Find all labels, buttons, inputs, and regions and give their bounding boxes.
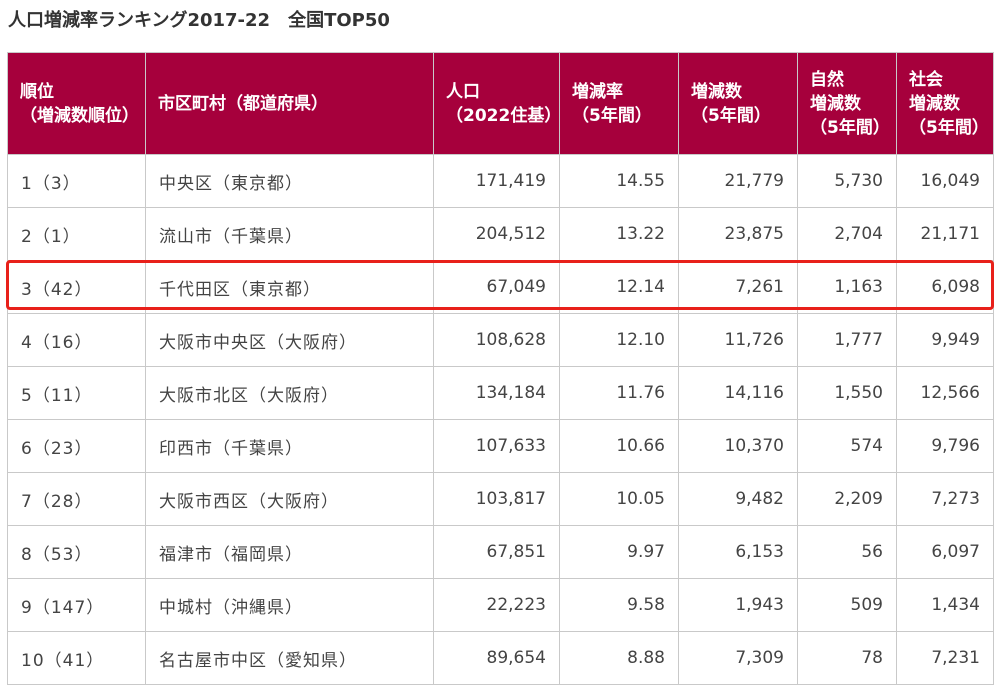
change-count-cell: 9,482 (678, 472, 798, 526)
natural-change-cell: 509 (797, 578, 897, 632)
social-change-cell: 16,049 (896, 154, 994, 208)
rank-cell: 4（16） (7, 313, 146, 367)
change-rate-cell: 12.14 (559, 260, 679, 314)
population-cell: 103,817 (433, 472, 560, 526)
city-cell: 中城村（沖縄県） (145, 578, 434, 632)
header-change-count: 増減数 （5年間） (678, 52, 798, 155)
social-change-cell: 6,097 (896, 525, 994, 579)
change-rate-cell: 14.55 (559, 154, 679, 208)
city-cell: 大阪市北区（大阪府） (145, 366, 434, 420)
change-count-cell: 14,116 (678, 366, 798, 420)
natural-change-cell: 78 (797, 631, 897, 685)
table-row: 5（11） 大阪市北区（大阪府） 134,184 11.76 14,116 1,550 12… (7, 366, 994, 420)
city-cell: 印西市（千葉県） (145, 419, 434, 473)
rank-cell: 5（11） (7, 366, 146, 420)
change-rate-cell: 12.10 (559, 313, 679, 367)
rank-cell: 7（28） (7, 472, 146, 526)
social-change-cell: 9,796 (896, 419, 994, 473)
change-rate-cell: 10.05 (559, 472, 679, 526)
change-rate-cell: 9.58 (559, 578, 679, 632)
page: 人口増減率ランキング2017-22 全国TOP50 順位 （増減数順位） 市区町… (0, 0, 1002, 687)
natural-change-cell: 56 (797, 525, 897, 579)
population-cell: 108,628 (433, 313, 560, 367)
change-rate-cell: 13.22 (559, 207, 679, 261)
social-change-cell: 9,949 (896, 313, 994, 367)
change-count-cell: 7,309 (678, 631, 798, 685)
social-change-cell: 12,566 (896, 366, 994, 420)
change-rate-cell: 11.76 (559, 366, 679, 420)
table-row: 4（16） 大阪市中央区（大阪府） 108,628 12.10 11,726 1,777 9… (7, 313, 994, 367)
change-rate-cell: 10.66 (559, 419, 679, 473)
header-social-change: 社会 増減数 （5年間） (896, 52, 994, 155)
city-cell: 千代田区（東京都） (145, 260, 434, 314)
change-rate-cell: 9.97 (559, 525, 679, 579)
social-change-cell: 1,434 (896, 578, 994, 632)
natural-change-cell: 2,704 (797, 207, 897, 261)
natural-change-cell: 1,163 (797, 260, 897, 314)
population-cell: 67,851 (433, 525, 560, 579)
change-rate-cell: 8.88 (559, 631, 679, 685)
header-population: 人口 （2022住基） (433, 52, 561, 155)
header-city: 市区町村（都道府県） (145, 52, 434, 155)
population-cell: 107,633 (433, 419, 560, 473)
rank-cell: 3（42） (7, 260, 146, 314)
social-change-cell: 21,171 (896, 207, 994, 261)
rank-cell: 9（147） (7, 578, 146, 632)
rank-cell: 2（1） (7, 207, 146, 261)
rank-cell: 1（3） (7, 154, 146, 208)
population-cell: 204,512 (433, 207, 560, 261)
population-cell: 22,223 (433, 578, 560, 632)
rank-cell: 6（23） (7, 419, 146, 473)
natural-change-cell: 574 (797, 419, 897, 473)
natural-change-cell: 1,777 (797, 313, 897, 367)
city-cell: 大阪市西区（大阪府） (145, 472, 434, 526)
table-row-highlighted: 3（42） 千代田区（東京都） 67,049 12.14 7,261 1,163 6,098 (7, 260, 994, 314)
city-cell: 名古屋市中区（愛知県） (145, 631, 434, 685)
social-change-cell: 7,231 (896, 631, 994, 685)
natural-change-cell: 5,730 (797, 154, 897, 208)
city-cell: 福津市（福岡県） (145, 525, 434, 579)
change-count-cell: 6,153 (678, 525, 798, 579)
rank-cell: 8（53） (7, 525, 146, 579)
table-body: 1（3） 中央区（東京都） 171,419 14.55 21,779 5,730 16,04… (7, 154, 994, 685)
population-cell: 67,049 (433, 260, 560, 314)
population-cell: 171,419 (433, 154, 560, 208)
page-title: 人口増減率ランキング2017-22 全国TOP50 (8, 10, 390, 31)
population-cell: 89,654 (433, 631, 560, 685)
table-row: 1（3） 中央区（東京都） 171,419 14.55 21,779 5,730 16,04… (7, 154, 994, 208)
city-cell: 中央区（東京都） (145, 154, 434, 208)
header-change-rate: 増減率 （5年間） (559, 52, 679, 155)
table-row: 2（1） 流山市（千葉県） 204,512 13.22 23,875 2,704 21,17… (7, 207, 994, 261)
change-count-cell: 21,779 (678, 154, 798, 208)
natural-change-cell: 2,209 (797, 472, 897, 526)
change-count-cell: 1,943 (678, 578, 798, 632)
change-count-cell: 23,875 (678, 207, 798, 261)
city-cell: 大阪市中央区（大阪府） (145, 313, 434, 367)
table-row: 10（41） 名古屋市中区（愛知県） 89,654 8.88 7,309 78 7,231 (7, 631, 994, 685)
table-row: 7（28） 大阪市西区（大阪府） 103,817 10.05 9,482 2,209 7,2… (7, 472, 994, 526)
population-cell: 134,184 (433, 366, 560, 420)
social-change-cell: 7,273 (896, 472, 994, 526)
header-natural-change: 自然 増減数 （5年間） (797, 52, 897, 155)
table-row: 9（147） 中城村（沖縄県） 22,223 9.58 1,943 509 1,434 (7, 578, 994, 632)
social-change-cell: 6,098 (896, 260, 994, 314)
change-count-cell: 10,370 (678, 419, 798, 473)
table-header-row: 順位 （増減数順位） 市区町村（都道府県） 人口 （2022住基） 増減率 （5… (7, 52, 994, 155)
header-rank: 順位 （増減数順位） (7, 52, 146, 155)
natural-change-cell: 1,550 (797, 366, 897, 420)
table-row: 6（23） 印西市（千葉県） 107,633 10.66 10,370 574 9,796 (7, 419, 994, 473)
change-count-cell: 11,726 (678, 313, 798, 367)
rank-cell: 10（41） (7, 631, 146, 685)
table-row: 8（53） 福津市（福岡県） 67,851 9.97 6,153 56 6,097 (7, 525, 994, 579)
change-count-cell: 7,261 (678, 260, 798, 314)
city-cell: 流山市（千葉県） (145, 207, 434, 261)
ranking-table: 順位 （増減数順位） 市区町村（都道府県） 人口 （2022住基） 増減率 （5… (7, 52, 994, 685)
